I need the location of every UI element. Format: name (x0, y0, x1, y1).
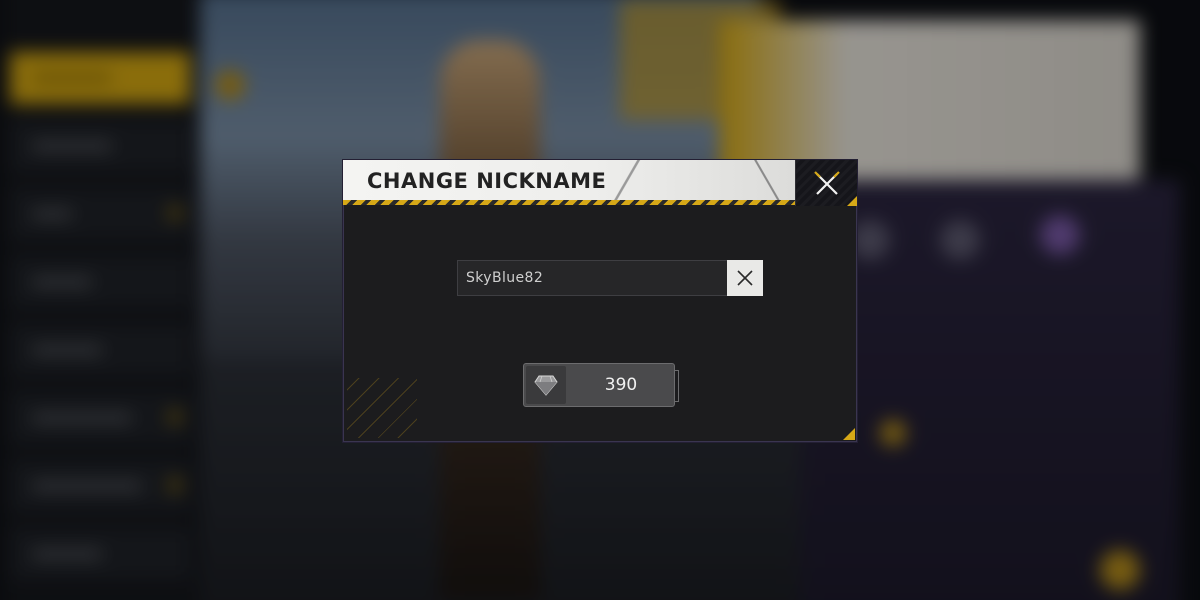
dialog-corner-decoration (347, 378, 417, 438)
change-nickname-dialog: CHANGE NICKNAME SkyBlue82 390 (343, 160, 857, 442)
diamond-cost-value: 390 (604, 375, 638, 395)
dialog-title: CHANGE NICKNAME (367, 169, 607, 193)
dialog-header: CHANGE NICKNAME (343, 160, 795, 204)
header-hazard-stripes (343, 200, 795, 205)
close-x-icon (814, 171, 840, 195)
nickname-field (457, 260, 763, 296)
close-button[interactable] (795, 160, 857, 206)
clear-nickname-button[interactable] (727, 260, 763, 296)
confirm-diamond-cost-button[interactable]: 390 (523, 363, 679, 407)
clear-x-icon (737, 270, 753, 286)
dialog-corner-accent (843, 428, 855, 440)
diamond-icon (534, 375, 558, 396)
currency-icon-box (526, 366, 566, 404)
nickname-input[interactable] (458, 261, 726, 295)
